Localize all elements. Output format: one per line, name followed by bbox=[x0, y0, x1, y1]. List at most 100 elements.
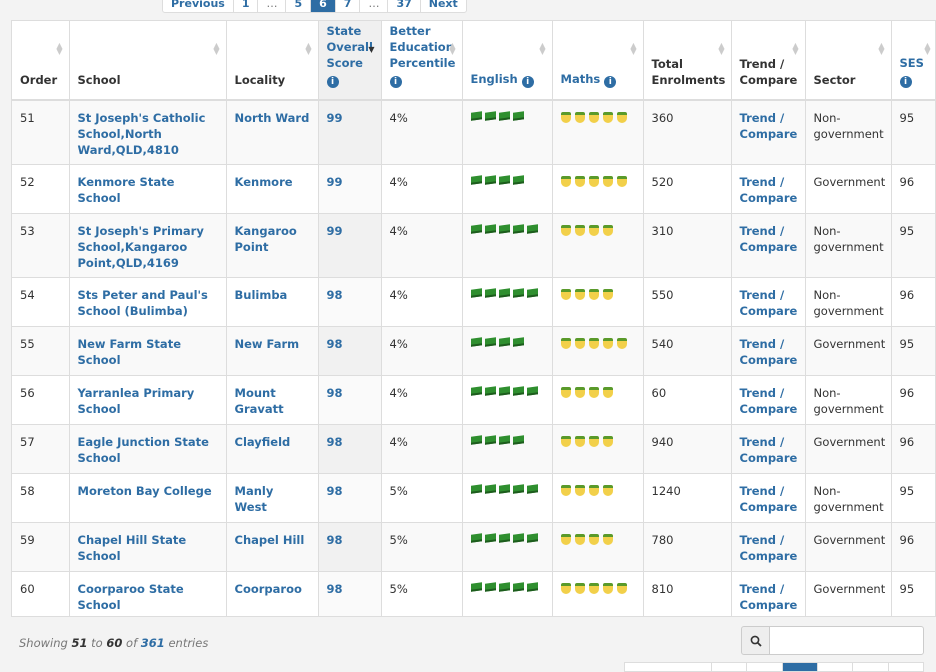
previous-button[interactable]: Previous bbox=[163, 0, 233, 12]
score-link[interactable]: 98 bbox=[327, 337, 343, 351]
school-link[interactable]: Moreton Bay College bbox=[78, 484, 212, 498]
trend-compare-link[interactable]: Trend / Compare bbox=[740, 484, 798, 514]
score-cell: 98 bbox=[318, 571, 382, 616]
info-icon[interactable]: i bbox=[389, 76, 402, 88]
apple-icon bbox=[574, 337, 585, 349]
col-header-sector[interactable]: ▲ ▼ Sector bbox=[805, 21, 892, 101]
col-header-state-score[interactable]: ▼ State Overall Score i bbox=[318, 21, 382, 101]
page-button[interactable] bbox=[746, 663, 781, 671]
active-page-button[interactable] bbox=[781, 663, 817, 671]
school-link[interactable]: Yarranlea Primary School bbox=[78, 386, 195, 416]
sort-desc-icon: ▼ bbox=[368, 45, 375, 54]
apple-icon bbox=[602, 386, 613, 398]
apple-icon bbox=[560, 224, 571, 236]
col-header-percentile[interactable]: ▲ ▼ Better Education Percentile i bbox=[381, 21, 463, 101]
locality-link[interactable]: Kenmore bbox=[235, 175, 293, 189]
col-header-english[interactable]: ▲ ▼ English i bbox=[462, 21, 553, 101]
apple-icon bbox=[560, 288, 571, 300]
english-rating bbox=[470, 483, 544, 501]
next-button[interactable] bbox=[887, 663, 923, 671]
info-icon[interactable]: i bbox=[899, 76, 912, 88]
trend-compare-link[interactable]: Trend / Compare bbox=[740, 175, 798, 205]
col-header-locality[interactable]: ▲ ▼ Locality bbox=[226, 21, 319, 101]
locality-link[interactable]: Manly West bbox=[235, 484, 274, 514]
book-icon bbox=[484, 581, 496, 592]
book-icon bbox=[498, 581, 510, 592]
trend-cell: Trend / Compare bbox=[731, 213, 806, 278]
info-icon[interactable]: i bbox=[326, 76, 339, 88]
score-link[interactable]: 98 bbox=[327, 288, 343, 302]
score-link[interactable]: 98 bbox=[327, 435, 343, 449]
page-button[interactable] bbox=[816, 663, 852, 671]
score-link[interactable]: 98 bbox=[327, 582, 343, 596]
next-button[interactable]: Next bbox=[419, 0, 466, 12]
school-link[interactable]: Eagle Junction State School bbox=[78, 435, 209, 465]
score-link[interactable]: 98 bbox=[327, 386, 343, 400]
maths-rating bbox=[560, 532, 635, 553]
page-37-button[interactable]: 37 bbox=[387, 0, 419, 12]
school-link[interactable]: Kenmore State School bbox=[78, 175, 175, 205]
english-cell bbox=[462, 571, 553, 616]
school-link[interactable]: St Joseph's Catholic School,North Ward,Q… bbox=[78, 111, 206, 157]
col-header-order[interactable]: ▲ ▼ Order bbox=[12, 21, 70, 101]
score-link[interactable]: 99 bbox=[327, 111, 343, 125]
school-link[interactable]: Coorparoo State School bbox=[78, 582, 184, 612]
school-link[interactable]: St Joseph's Primary School,Kangaroo Poin… bbox=[78, 224, 204, 270]
score-link[interactable]: 99 bbox=[327, 224, 343, 238]
col-header-trend[interactable]: ▲ ▼ Trend / Compare bbox=[731, 21, 806, 101]
col-header-enrolments[interactable]: ▲ ▼ Total Enrolments bbox=[643, 21, 732, 101]
locality-link[interactable]: Coorparoo bbox=[235, 582, 302, 596]
trend-compare-link[interactable]: Trend / Compare bbox=[740, 337, 798, 367]
trend-compare-link[interactable]: Trend / Compare bbox=[740, 111, 798, 141]
locality-link[interactable]: New Farm bbox=[235, 337, 300, 351]
order-cell: 53 bbox=[12, 213, 70, 278]
trend-compare-link[interactable]: Trend / Compare bbox=[740, 386, 798, 416]
locality-link[interactable]: Bulimba bbox=[235, 288, 288, 302]
search-button[interactable] bbox=[741, 626, 770, 655]
info-icon[interactable]: i bbox=[604, 76, 617, 88]
page-5-button[interactable]: 5 bbox=[285, 0, 310, 12]
page-1-button[interactable]: 1 bbox=[232, 0, 258, 12]
trend-compare-link[interactable]: Trend / Compare bbox=[740, 288, 798, 318]
book-icon bbox=[470, 483, 482, 494]
book-icon bbox=[498, 174, 510, 185]
trend-compare-link[interactable]: Trend / Compare bbox=[740, 224, 798, 254]
score-link[interactable]: 98 bbox=[327, 484, 343, 498]
info-icon[interactable]: i bbox=[521, 76, 534, 88]
previous-button[interactable] bbox=[625, 663, 711, 671]
school-cell: Chapel Hill State School bbox=[69, 522, 227, 572]
col-header-school[interactable]: ▲ ▼ School bbox=[69, 21, 227, 101]
col-header-maths[interactable]: ▲ ▼ Maths i bbox=[552, 21, 644, 101]
page-button[interactable] bbox=[710, 663, 746, 671]
percentile-cell: 5% bbox=[381, 473, 463, 523]
trend-compare-link[interactable]: Trend / Compare bbox=[740, 435, 798, 465]
pagination-ellipsis: … bbox=[359, 0, 387, 12]
score-link[interactable]: 98 bbox=[327, 533, 343, 547]
enrolments-cell: 60 bbox=[643, 375, 732, 425]
apple-icon bbox=[560, 386, 571, 398]
locality-link[interactable]: Kangaroo Point bbox=[235, 224, 297, 254]
apple-icon bbox=[560, 337, 571, 349]
search-input[interactable] bbox=[769, 626, 924, 655]
page-6-button[interactable]: 6 bbox=[310, 0, 335, 12]
school-link[interactable]: New Farm State School bbox=[78, 337, 182, 367]
school-cell: New Farm State School bbox=[69, 326, 227, 376]
locality-link[interactable]: Chapel Hill bbox=[235, 533, 305, 547]
page-7-button[interactable]: 7 bbox=[334, 0, 360, 12]
locality-link[interactable]: Mount Gravatt bbox=[235, 386, 284, 416]
trend-compare-link[interactable]: Trend / Compare bbox=[740, 533, 798, 563]
percentile-cell: 5% bbox=[381, 571, 463, 616]
score-link[interactable]: 99 bbox=[327, 175, 343, 189]
locality-link[interactable]: North Ward bbox=[235, 111, 310, 125]
trend-compare-link[interactable]: Trend / Compare bbox=[740, 582, 798, 612]
book-icon bbox=[470, 223, 482, 234]
locality-link[interactable]: Clayfield bbox=[235, 435, 291, 449]
table-row: 57 Eagle Junction State School Clayfield 98… bbox=[12, 424, 935, 474]
enrolments-cell: 550 bbox=[643, 277, 732, 327]
apple-icon bbox=[616, 112, 627, 123]
school-link[interactable]: Sts Peter and Paul's School (Bulimba) bbox=[78, 288, 208, 318]
school-link[interactable]: Chapel Hill State School bbox=[78, 533, 187, 563]
english-cell bbox=[462, 277, 553, 327]
page-button[interactable] bbox=[852, 663, 887, 671]
col-header-ses[interactable]: ▲ ▼ SES i bbox=[891, 21, 935, 101]
